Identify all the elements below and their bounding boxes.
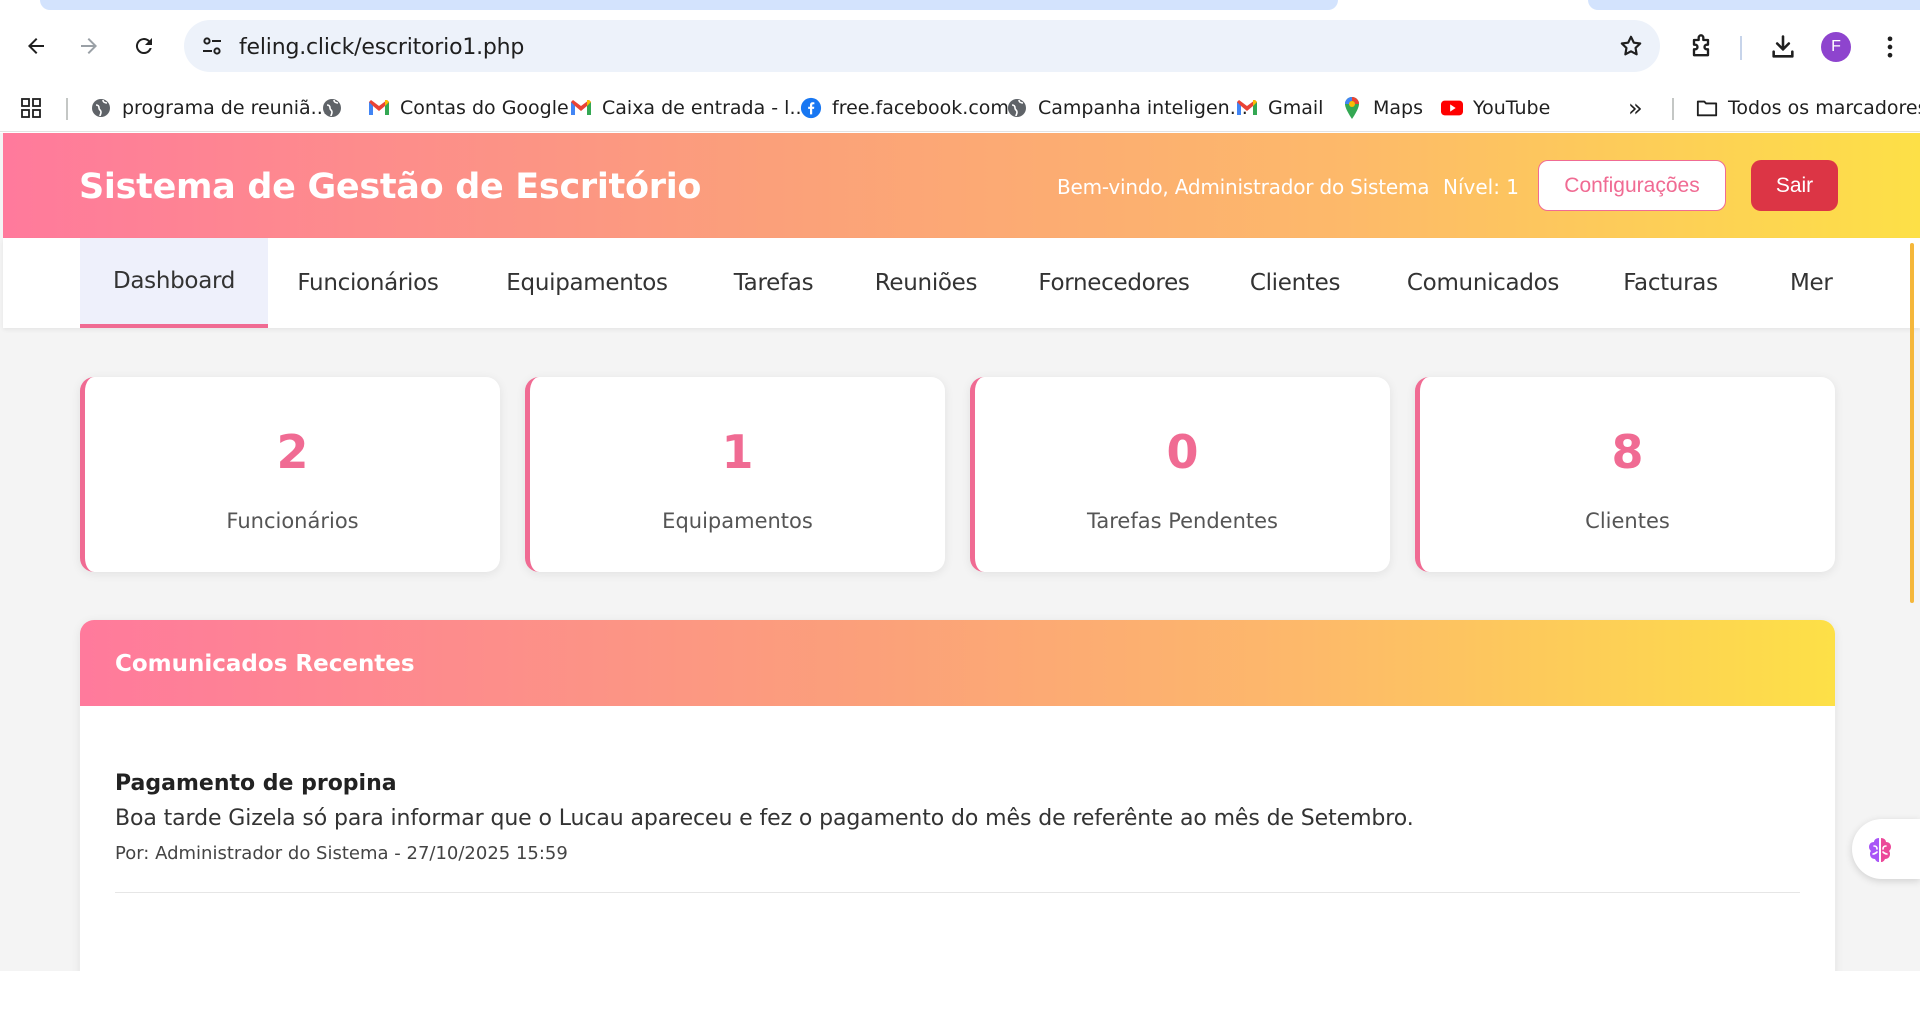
gmail-icon: [1236, 97, 1258, 119]
all-bookmarks-button[interactable]: Todos os marcadores: [1696, 84, 1920, 132]
nav-tab-clientes[interactable]: Clientes: [1217, 238, 1373, 328]
bookmark-label: Contas do Google: [400, 97, 569, 119]
nav-tab-facturas[interactable]: Facturas: [1593, 238, 1748, 328]
site-settings-icon[interactable]: [200, 34, 224, 58]
browser-toolbar: feling.click/escritorio1.php F: [0, 10, 1920, 84]
gmail-icon: [368, 97, 390, 119]
stat-card-equipamentos: 1 Equipamentos: [525, 377, 945, 572]
logout-button[interactable]: Sair: [1751, 160, 1838, 211]
apps-button[interactable]: [20, 84, 52, 132]
facebook-icon: [800, 97, 822, 119]
kebab-menu-icon: [1887, 36, 1893, 58]
bookmark-star-icon[interactable]: [1618, 33, 1644, 59]
nav-tab-more[interactable]: Mer: [1748, 238, 1883, 328]
bookmark-label: YouTube: [1473, 97, 1551, 119]
bookmarks-divider: [1672, 98, 1674, 120]
app-title: Sistema de Gestão de Escritório: [79, 167, 702, 207]
profile-avatar[interactable]: F: [1821, 32, 1851, 62]
download-icon: [1772, 35, 1794, 58]
bookmark-item-youtube[interactable]: YouTube: [1441, 84, 1550, 132]
stat-card-clientes: 8 Clientes: [1415, 377, 1835, 572]
reload-button[interactable]: [126, 28, 162, 64]
nav-tab-tarefas[interactable]: Tarefas: [706, 238, 841, 328]
assistant-button[interactable]: [1852, 819, 1920, 879]
stat-value: 8: [1611, 425, 1644, 479]
bookmark-label: programa de reuniã...: [122, 97, 329, 119]
announcement-meta: Por: Administrador do Sistema - 27/10/20…: [115, 843, 568, 864]
browser-tab-active[interactable]: [40, 0, 1338, 10]
stat-label: Equipamentos: [662, 509, 813, 533]
arrow-right-icon: [81, 38, 97, 54]
bookmark-item-programa[interactable]: programa de reuniã...: [90, 84, 329, 132]
bookmark-item-contas-google[interactable]: Contas do Google: [368, 84, 569, 132]
stat-label: Clientes: [1585, 509, 1670, 533]
back-button[interactable]: [18, 28, 54, 64]
arrow-left-icon: [28, 38, 44, 54]
maps-icon: [1341, 97, 1363, 119]
browser-menu-button[interactable]: [1875, 32, 1905, 62]
main-nav: Dashboard Funcionários Equipamentos Tare…: [3, 238, 1920, 328]
bookmark-label: free.facebook.com: [832, 97, 1009, 119]
bookmark-item-facebook[interactable]: free.facebook.com: [800, 84, 1009, 132]
url-text[interactable]: feling.click/escritorio1.php: [239, 35, 524, 60]
reload-icon: [135, 38, 152, 55]
bookmark-label: Campanha inteligen...: [1038, 97, 1248, 119]
brain-icon: [1869, 838, 1891, 862]
stat-card-tarefas: 0 Tarefas Pendentes: [970, 377, 1390, 572]
bookmark-item-campanha[interactable]: Campanha inteligen...: [1006, 84, 1248, 132]
announcements-panel: Comunicados Recentes Pagamento de propin…: [80, 620, 1835, 971]
announcements-header: Comunicados Recentes: [80, 620, 1835, 706]
nav-tab-comunicados[interactable]: Comunicados: [1373, 238, 1593, 328]
bookmark-item-gmail[interactable]: Gmail: [1236, 84, 1323, 132]
announcements-title: Comunicados Recentes: [115, 651, 415, 677]
announcement-item: Pagamento de propina Boa tarde Gizela só…: [115, 771, 1800, 864]
page-scrollbar[interactable]: [1910, 243, 1914, 603]
address-bar[interactable]: feling.click/escritorio1.php: [184, 20, 1660, 72]
all-bookmarks-label: Todos os marcadores: [1728, 97, 1920, 119]
globe-icon: [321, 97, 343, 119]
bookmark-label: Gmail: [1268, 97, 1324, 119]
app-header: Sistema de Gestão de Escritório Bem-vind…: [3, 133, 1920, 238]
folder-icon: [1696, 97, 1718, 119]
nav-tab-fornecedores[interactable]: Fornecedores: [1011, 238, 1217, 328]
bookmark-item-maps[interactable]: Maps: [1341, 84, 1423, 132]
gmail-icon: [570, 97, 592, 119]
stat-value: 0: [1166, 425, 1199, 479]
welcome-text: Bem-vindo, Administrador do Sistema: [1057, 175, 1430, 199]
nav-tab-dashboard[interactable]: Dashboard: [80, 238, 268, 328]
announcement-title: Pagamento de propina: [115, 771, 397, 796]
browser-tabstrip: [0, 0, 1920, 10]
puzzle-icon: [1692, 34, 1710, 57]
bookmark-label: Maps: [1373, 97, 1423, 119]
bookmark-item-caixa-entrada[interactable]: Caixa de entrada - l...: [570, 84, 808, 132]
apps-grid-icon: [20, 97, 42, 119]
announcement-body: Boa tarde Gizela só para informar que o …: [115, 806, 1414, 831]
downloads-button[interactable]: [1768, 32, 1798, 62]
bookmark-label: Caixa de entrada - l...: [602, 97, 808, 119]
extensions-button[interactable]: [1686, 32, 1716, 62]
bookmarks-bar: programa de reuniã... Contas do Google C…: [0, 84, 1920, 132]
youtube-icon: [1441, 97, 1463, 119]
stat-value: 2: [276, 425, 309, 479]
nav-tab-equipamentos[interactable]: Equipamentos: [468, 238, 706, 328]
page-viewport: Sistema de Gestão de Escritório Bem-vind…: [0, 133, 1920, 971]
user-level: Nível: 1: [1443, 175, 1520, 199]
browser-tab[interactable]: [1588, 0, 1920, 10]
toolbar-divider: [1740, 36, 1742, 60]
forward-button[interactable]: [71, 28, 107, 64]
stat-label: Tarefas Pendentes: [1087, 509, 1278, 533]
more-bookmarks-button[interactable]: »: [1628, 84, 1643, 132]
stat-label: Funcionários: [226, 509, 359, 533]
bookmarks-divider: [66, 98, 68, 120]
globe-icon: [1006, 97, 1028, 119]
settings-button[interactable]: Configurações: [1538, 160, 1726, 211]
nav-tab-reunioes[interactable]: Reuniões: [841, 238, 1011, 328]
announcement-divider: [115, 892, 1800, 893]
bookmark-item-globe[interactable]: [321, 84, 353, 132]
stat-card-funcionarios: 2 Funcionários: [80, 377, 500, 572]
globe-icon: [90, 97, 112, 119]
nav-tab-funcionarios[interactable]: Funcionários: [268, 238, 468, 328]
stat-value: 1: [721, 425, 754, 479]
